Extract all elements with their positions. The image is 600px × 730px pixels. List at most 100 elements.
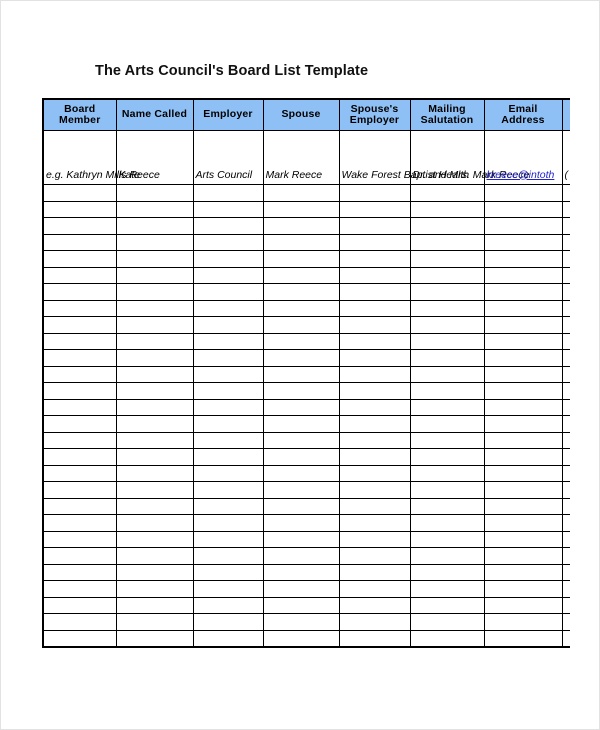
table-row[interactable]: [42, 283, 570, 301]
table-cell-empty[interactable]: [561, 398, 570, 416]
table-cell-empty[interactable]: [192, 365, 264, 383]
table-row[interactable]: [42, 332, 570, 350]
table-cell-empty[interactable]: [338, 547, 411, 565]
table-cell-empty[interactable]: [115, 415, 194, 433]
table-cell-empty[interactable]: [483, 266, 563, 284]
table-cell-empty[interactable]: [115, 217, 194, 235]
table-cell-empty[interactable]: [338, 365, 411, 383]
cell-spouse[interactable]: Mark Reece: [262, 130, 340, 185]
column-header-email-address[interactable]: Email Address: [483, 98, 563, 131]
table-row[interactable]: [42, 184, 570, 202]
table-cell-empty[interactable]: [409, 596, 485, 614]
table-cell-empty[interactable]: [338, 613, 411, 631]
table-row[interactable]: [42, 316, 570, 334]
table-cell-empty[interactable]: [192, 629, 264, 648]
table-cell-empty[interactable]: [409, 382, 485, 400]
table-cell-empty[interactable]: [561, 596, 570, 614]
table-row[interactable]: [42, 217, 570, 235]
table-cell-empty[interactable]: [338, 200, 411, 218]
table-cell-empty[interactable]: [483, 448, 563, 466]
table-row[interactable]: [42, 464, 570, 482]
table-cell-empty[interactable]: [192, 580, 264, 598]
table-cell-empty[interactable]: [561, 481, 570, 499]
table-cell-empty[interactable]: [262, 580, 340, 598]
table-cell-empty[interactable]: [338, 530, 411, 548]
table-cell-empty[interactable]: [561, 233, 570, 251]
table-cell-empty[interactable]: [192, 563, 264, 581]
table-cell-empty[interactable]: [483, 299, 563, 317]
table-cell-empty[interactable]: [483, 431, 563, 449]
table-cell-empty[interactable]: [192, 596, 264, 614]
table-cell-empty[interactable]: [192, 464, 264, 482]
table-cell-empty[interactable]: [42, 547, 117, 565]
table-cell-empty[interactable]: [42, 250, 117, 268]
table-cell-empty[interactable]: [483, 250, 563, 268]
column-header-spouse-employer[interactable]: Spouse's Employer: [338, 98, 411, 131]
table-cell-empty[interactable]: [115, 266, 194, 284]
table-cell-empty[interactable]: [483, 563, 563, 581]
table-cell-empty[interactable]: [483, 415, 563, 433]
table-cell-empty[interactable]: [409, 217, 485, 235]
table-cell-empty[interactable]: [42, 349, 117, 367]
table-cell-empty[interactable]: [561, 563, 570, 581]
table-cell-empty[interactable]: [42, 613, 117, 631]
table-cell-empty[interactable]: [338, 283, 411, 301]
column-header-employer[interactable]: Employer: [192, 98, 264, 131]
table-cell-empty[interactable]: [42, 233, 117, 251]
column-header-mailing-salutation[interactable]: Mailing Salutation: [409, 98, 485, 131]
table-cell-empty[interactable]: [262, 250, 340, 268]
table-cell-empty[interactable]: [192, 448, 264, 466]
table-cell-empty[interactable]: [483, 547, 563, 565]
table-cell-empty[interactable]: [483, 217, 563, 235]
table-cell-empty[interactable]: [42, 283, 117, 301]
table-cell-empty[interactable]: [115, 481, 194, 499]
table-cell-empty[interactable]: [262, 184, 340, 202]
table-cell-empty[interactable]: [192, 382, 264, 400]
table-cell-empty[interactable]: [262, 613, 340, 631]
table-cell-empty[interactable]: [115, 299, 194, 317]
table-cell-empty[interactable]: [115, 365, 194, 383]
table-cell-empty[interactable]: [561, 514, 570, 532]
table-cell-empty[interactable]: [338, 415, 411, 433]
table-row[interactable]: [42, 349, 570, 367]
table-row[interactable]: [42, 613, 570, 631]
table-cell-empty[interactable]: [42, 431, 117, 449]
table-cell-empty[interactable]: [192, 200, 264, 218]
cell-mailing-salutation[interactable]: Dr. and Mrs. Mark Reece: [409, 130, 529, 185]
table-cell-empty[interactable]: [262, 200, 340, 218]
email-link[interactable]: kreece@intoth: [487, 169, 555, 181]
table-cell-empty[interactable]: [42, 266, 117, 284]
table-cell-empty[interactable]: [561, 299, 570, 317]
table-cell-empty[interactable]: [409, 283, 485, 301]
table-cell-empty[interactable]: [262, 316, 340, 334]
table-cell-empty[interactable]: [42, 332, 117, 350]
table-cell-empty[interactable]: [561, 349, 570, 367]
table-cell-empty[interactable]: [409, 514, 485, 532]
table-cell-empty[interactable]: [42, 299, 117, 317]
table-cell-empty[interactable]: [42, 629, 117, 648]
table-cell-empty[interactable]: [409, 233, 485, 251]
table-cell-empty[interactable]: [338, 448, 411, 466]
table-cell-empty[interactable]: [409, 184, 485, 202]
column-header-spouse[interactable]: Spouse: [262, 98, 340, 131]
table-cell-empty[interactable]: [409, 448, 485, 466]
table-cell-empty[interactable]: [409, 431, 485, 449]
table-cell-empty[interactable]: [42, 580, 117, 598]
table-cell-empty[interactable]: [409, 250, 485, 268]
table-cell-empty[interactable]: [409, 316, 485, 334]
table-cell-empty[interactable]: [42, 365, 117, 383]
table-cell-empty[interactable]: [262, 365, 340, 383]
table-cell-empty[interactable]: [262, 299, 340, 317]
table-cell-empty[interactable]: [192, 349, 264, 367]
table-row[interactable]: [42, 233, 570, 251]
table-cell-empty[interactable]: [483, 200, 563, 218]
table-cell-empty[interactable]: [262, 464, 340, 482]
table-cell-empty[interactable]: [409, 547, 485, 565]
table-cell-empty[interactable]: [483, 481, 563, 499]
table-cell-empty[interactable]: [483, 629, 563, 648]
table-cell-empty[interactable]: [262, 233, 340, 251]
table-cell-empty[interactable]: [409, 580, 485, 598]
table-cell-empty[interactable]: [115, 547, 194, 565]
table-cell-empty[interactable]: [192, 332, 264, 350]
table-row[interactable]: [42, 563, 570, 581]
